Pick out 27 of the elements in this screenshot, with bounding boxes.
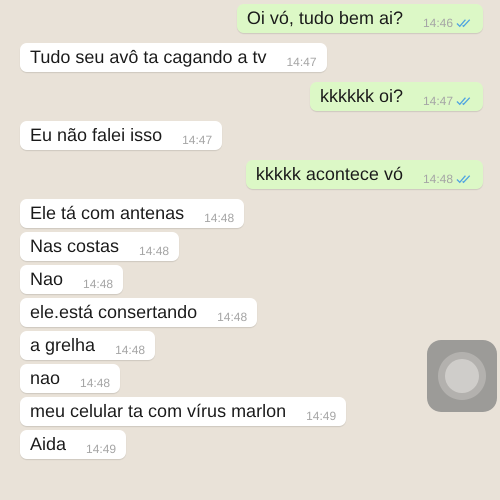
message-time: 14:48 <box>83 277 114 291</box>
message-time: 14:48 <box>115 343 146 357</box>
message-time: 14:48 <box>422 172 453 186</box>
message-time: 14:49 <box>86 442 116 456</box>
message-text: kkkkk acontece vó <box>256 164 403 185</box>
message-time: 14:49 <box>306 409 336 423</box>
message-time: 14:47 <box>422 94 453 108</box>
message-text: meu celular ta com vírus marlon <box>30 401 286 422</box>
message-text: a grelha <box>30 335 96 356</box>
message-text: Tudo seu avô ta cagando a tv <box>30 47 266 68</box>
message-time: 14:48 <box>204 211 234 225</box>
message-time: 14:48 <box>217 310 248 324</box>
assistive-touch-button[interactable] <box>427 340 497 412</box>
message-text: Nas costas <box>30 236 120 257</box>
message-time: 14:47 <box>182 133 212 147</box>
message-text: kkkkkk oi? <box>320 86 403 107</box>
message-time: 14:47 <box>286 55 317 69</box>
message-text: nao <box>30 368 60 389</box>
message-text: Aida <box>30 434 66 455</box>
message-text: Ele tá com antenas <box>30 203 184 224</box>
message-text: Oi vó, tudo bem ai? <box>246 8 403 29</box>
message-time: 14:46 <box>422 16 453 30</box>
message-time: 14:48 <box>80 376 110 390</box>
message-time: 14:48 <box>139 244 170 258</box>
message-text: Nao <box>30 269 64 290</box>
message-text: Eu não falei isso <box>30 125 162 146</box>
message-text: ele.está consertando <box>30 302 198 323</box>
